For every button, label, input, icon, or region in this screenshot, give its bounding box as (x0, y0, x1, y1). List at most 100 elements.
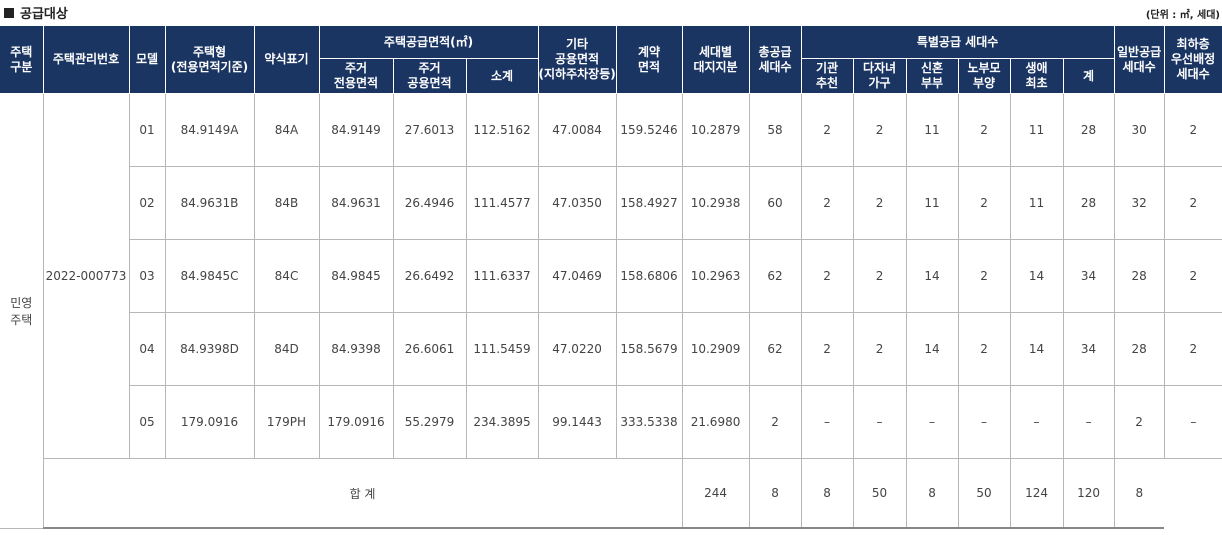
cell-total-supply: 58 (748, 93, 802, 167)
cell-model: 02 (128, 166, 166, 240)
cell-institution: 2 (800, 166, 854, 240)
cell-newlywed: – (905, 385, 959, 459)
cell-total-supply: 60 (748, 166, 802, 240)
cell-other-common: 47.0220 (537, 312, 617, 386)
cell-elderly-parent: 2 (957, 93, 1011, 167)
cell-land-share: 10.2909 (681, 312, 750, 386)
cell-institution: 2 (800, 93, 854, 167)
col-general-supply: 일반공급 세대수 (1113, 26, 1165, 94)
total-general-supply: 120 (1062, 458, 1115, 529)
col-special-supply: 특별공급 세대수 (800, 26, 1115, 59)
cell-mgmt-no: 2022-000773 (42, 93, 130, 459)
total-institution: 8 (748, 458, 802, 529)
col-land-share: 세대별 대지지분 (681, 26, 750, 94)
col-special-sum: 계 (1062, 58, 1115, 94)
cell-first-time: – (1009, 385, 1064, 459)
cell-contract-area: 158.5679 (615, 312, 683, 386)
cell-category: 민영 주택 (0, 93, 44, 529)
cell-house-type: 84.9398D (164, 312, 255, 386)
total-supply: 244 (681, 458, 750, 529)
cell-exclusive-area: 84.9631 (318, 166, 394, 240)
cell-exclusive-area: 84.9149 (318, 93, 394, 167)
total-special-sum: 124 (1009, 458, 1064, 529)
cell-other-common: 47.0469 (537, 239, 617, 313)
cell-model: 04 (128, 312, 166, 386)
supply-table: 주택 구분 주택관리번호 모델 주택형 (전용면적기준) 약식표기 주택공급면적(㎡… (0, 26, 1222, 529)
col-total-supply: 총공급 세대수 (748, 26, 802, 94)
cell-contract-area: 158.6806 (615, 239, 683, 313)
header-bar: 공급대상 (단위 : ㎡, 세대) (0, 0, 1222, 26)
cell-lowest-floor: 2 (1163, 166, 1222, 240)
cell-common-area: 26.4946 (392, 166, 467, 240)
cell-subtotal: 111.6337 (465, 239, 539, 313)
cell-general-supply: 30 (1113, 93, 1165, 167)
table-row: 05 179.0916 179PH 179.0916 55.2979 234.3… (0, 385, 1222, 459)
cell-multi-child: 2 (852, 312, 907, 386)
cell-common-area: 27.6013 (392, 93, 467, 167)
total-first-time: 50 (957, 458, 1011, 529)
col-elderly-parent: 노부모 부양 (957, 58, 1011, 94)
col-institution: 기관 추천 (800, 58, 854, 94)
cell-model: 03 (128, 239, 166, 313)
cell-land-share: 10.2938 (681, 166, 750, 240)
cell-contract-area: 158.4927 (615, 166, 683, 240)
cell-total-supply: 62 (748, 312, 802, 386)
cell-newlywed: 11 (905, 166, 959, 240)
col-exclusive-area: 주거 전용면적 (319, 58, 394, 94)
total-newlywed: 50 (852, 458, 907, 529)
cell-general-supply: 2 (1113, 385, 1165, 459)
cell-newlywed: 14 (905, 239, 959, 313)
cell-exclusive-area: 84.9845 (318, 239, 394, 313)
cell-model: 05 (128, 385, 166, 459)
cell-multi-child: – (852, 385, 907, 459)
cell-other-common: 99.1443 (537, 385, 617, 459)
cell-short-label: 84A (253, 93, 320, 167)
cell-special-sum: 34 (1062, 239, 1115, 313)
cell-total-supply: 2 (748, 385, 802, 459)
total-lowest-floor: 8 (1113, 458, 1165, 529)
cell-contract-area: 159.5246 (615, 93, 683, 167)
cell-short-label: 84C (253, 239, 320, 313)
table-header: 주택 구분 주택관리번호 모델 주택형 (전용면적기준) 약식표기 주택공급면적(㎡… (0, 26, 1222, 94)
square-bullet-icon (4, 7, 14, 18)
table-row: 민영 주택 2022-000773 01 84.9149A 84A 84.9149… (0, 93, 1222, 529)
cell-subtotal: 234.3895 (465, 385, 539, 459)
col-newlywed: 신혼 부부 (905, 58, 959, 94)
cell-total-supply: 62 (748, 239, 802, 313)
cell-institution: 2 (800, 312, 854, 386)
cell-land-share: 10.2963 (681, 239, 750, 313)
cell-special-sum: 28 (1062, 93, 1115, 167)
cell-short-label: 179PH (253, 385, 320, 459)
cell-model: 01 (128, 93, 166, 167)
cell-institution: – (800, 385, 854, 459)
table-row: 03 84.9845C 84C 84.9845 26.6492 111.6337… (0, 239, 1222, 313)
cell-other-common: 47.0350 (537, 166, 617, 240)
cell-other-common: 47.0084 (537, 93, 617, 167)
table-body: 민영 주택 2022-000773 01 84.9149A 84A 84.9149… (0, 93, 1222, 529)
col-common-area: 주거 공용면적 (392, 58, 467, 94)
cell-subtotal: 111.4577 (465, 166, 539, 240)
cell-special-sum: 28 (1062, 166, 1115, 240)
cell-land-share: 10.2879 (681, 93, 750, 167)
cell-elderly-parent: 2 (957, 166, 1011, 240)
table-row: 02 84.9631B 84B 84.9631 26.4946 111.4577… (0, 166, 1222, 240)
col-mgmt-no: 주택관리번호 (42, 26, 130, 94)
cell-elderly-parent: 2 (957, 312, 1011, 386)
cell-elderly-parent: – (957, 385, 1011, 459)
cell-lowest-floor: – (1163, 385, 1222, 459)
cell-general-supply: 32 (1113, 166, 1165, 240)
cell-first-time: 11 (1009, 166, 1064, 240)
cell-lowest-floor: 2 (1163, 93, 1222, 167)
col-other-common: 기타 공용면적 (지하주차장등) (537, 26, 617, 94)
col-subtotal: 소계 (465, 58, 539, 94)
cell-land-share: 21.6980 (681, 385, 750, 459)
cell-multi-child: 2 (852, 93, 907, 167)
cell-first-time: 11 (1009, 93, 1064, 167)
cell-house-type: 84.9631B (164, 166, 255, 240)
col-supply-area: 주택공급면적(㎡) (318, 26, 539, 59)
col-category: 주택 구분 (0, 26, 44, 94)
cell-general-supply: 28 (1113, 312, 1165, 386)
cell-multi-child: 2 (852, 166, 907, 240)
cell-house-type: 84.9149A (164, 93, 255, 167)
cell-multi-child: 2 (852, 239, 907, 313)
